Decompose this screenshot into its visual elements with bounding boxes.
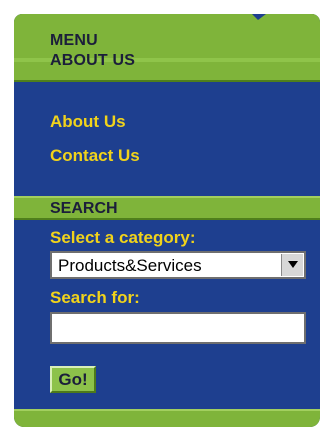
search-input[interactable]: [50, 312, 306, 344]
menu-header: MENU ABOUT US: [14, 14, 320, 82]
category-select[interactable]: Products&Services: [50, 251, 306, 279]
search-header: SEARCH: [14, 196, 320, 220]
go-button[interactable]: Go!: [50, 366, 96, 393]
category-label: Select a category:: [50, 228, 196, 247]
contact-us-link[interactable]: Contact Us: [50, 146, 140, 166]
dropdown-button[interactable]: [281, 254, 303, 276]
sidebar-panel: MENU ABOUT US About Us Contact Us SEARCH…: [14, 14, 320, 427]
footer-band: [14, 409, 320, 427]
about-us-title: ABOUT US: [50, 52, 136, 69]
category-select-value: Products&Services: [58, 256, 202, 275]
menu-title: MENU: [50, 32, 98, 49]
about-us-link[interactable]: About Us: [50, 112, 126, 132]
chevron-down-icon: [288, 261, 298, 268]
search-title: SEARCH: [50, 200, 118, 217]
search-for-label: Search for:: [50, 288, 140, 307]
